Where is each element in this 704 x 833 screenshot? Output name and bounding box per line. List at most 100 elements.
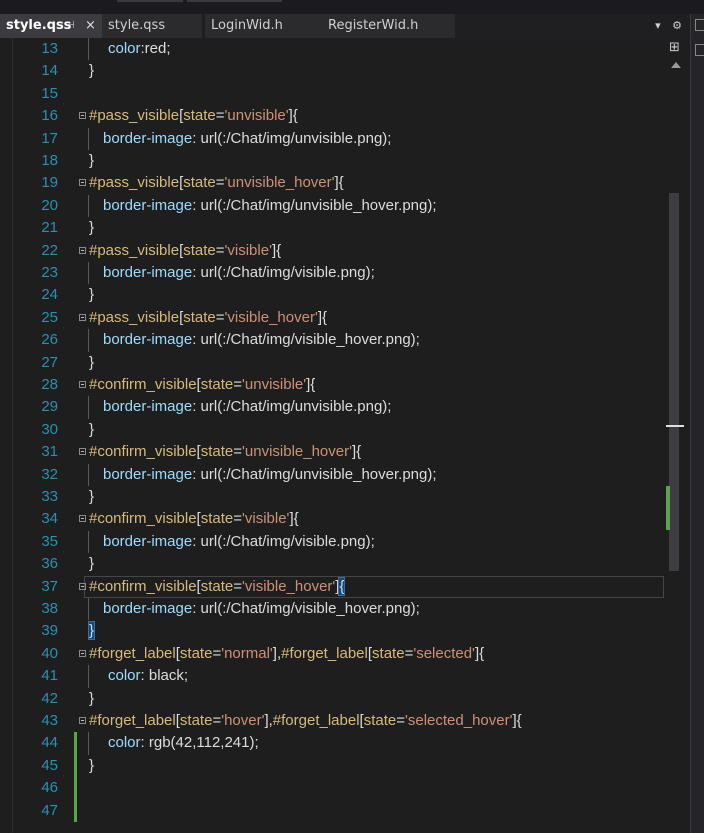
chevron-down-icon[interactable]: ▾ [655, 19, 661, 32]
line-number: 19 [41, 174, 58, 192]
code-line[interactable]: 45} [0, 754, 664, 778]
code-line[interactable]: 43 #forget_label[state='hover'],#forget_l… [0, 710, 664, 732]
token: state [200, 376, 234, 393]
code-line[interactable]: 34 #confirm_visible[state='visible']{ [0, 508, 664, 530]
code-line[interactable]: 19 #pass_visible[state='unvisible_hover']… [0, 172, 664, 194]
token: 'selected_hover' [405, 712, 513, 729]
scroll-up-icon[interactable] [671, 62, 681, 68]
token: } [89, 488, 95, 505]
token: border-image [103, 532, 193, 550]
token: } [89, 353, 95, 371]
fold-toggle-icon[interactable] [79, 112, 86, 120]
code-line[interactable]: 46 [0, 777, 664, 800]
gear-icon[interactable]: ⚙ [672, 19, 682, 32]
fold-toggle-icon[interactable] [79, 649, 86, 657]
code-line[interactable]: 20 border-image: url(:/Chat/img/unvisible… [0, 195, 664, 217]
code-line[interactable]: 42} [0, 688, 664, 710]
code-line[interactable]: 23 border-image: url(:/Chat/img/visible.p… [0, 262, 664, 284]
token: border-image [103, 600, 193, 617]
token: 'selected' [413, 644, 475, 662]
code-line[interactable]: 39} [0, 620, 664, 642]
code-line[interactable]: 40 #forget_label[state='normal'],#forget_… [0, 643, 664, 665]
token: state [200, 510, 234, 528]
code-line[interactable]: 35 border-image: url(:/Chat/img/visible.p… [0, 531, 664, 553]
fold-toggle-icon[interactable] [79, 515, 86, 523]
code-line[interactable]: 31 #confirm_visible[state='unvisible_hove… [0, 441, 664, 463]
code-line[interactable]: 13 color:red; [0, 38, 664, 60]
code-line[interactable]: 30} [0, 419, 664, 441]
fold-toggle-icon[interactable] [79, 582, 86, 590]
code-line[interactable]: 36} [0, 553, 664, 575]
token: ]{ [512, 712, 522, 729]
code-text: border-image: url(:/Chat/img/unvisible_h… [103, 464, 437, 486]
token: state [183, 308, 216, 326]
token: } [89, 689, 95, 707]
token: ]{ [351, 443, 362, 461]
fold-toggle-icon[interactable] [79, 717, 86, 724]
close-icon[interactable]: × [85, 14, 96, 38]
code-line[interactable]: 24} [0, 284, 664, 306]
code-line[interactable]: 33} [0, 486, 664, 508]
fold-toggle-icon[interactable] [79, 246, 86, 254]
code-line[interactable]: 22 #pass_visible[state='visible']{ [0, 240, 664, 262]
code-line[interactable]: 25 #pass_visible[state='visible_hover']{ [0, 307, 664, 329]
code-line[interactable]: 44 color: rgb(42,112,241); [0, 732, 664, 755]
vertical-scrollbar[interactable]: ⊞ [664, 38, 690, 833]
code-line[interactable]: 37 #confirm_visible[state='visible_hover'… [0, 576, 664, 598]
code-line[interactable]: 26 border-image: url(:/Chat/img/visible_h… [0, 329, 664, 351]
line-number: 40 [41, 644, 58, 662]
fold-toggle-icon[interactable] [79, 179, 86, 187]
panel-tab-icon[interactable] [695, 19, 704, 31]
line-number: 45 [41, 756, 58, 774]
token: ]{ [271, 241, 282, 259]
token: border-image [103, 465, 193, 483]
token: #forget_label [281, 644, 368, 662]
scrollbar-thumb[interactable] [669, 193, 679, 571]
code-line[interactable]: 21} [0, 217, 664, 239]
code-line[interactable]: 14} [0, 60, 664, 82]
code-line[interactable]: 27} [0, 352, 664, 374]
code-line[interactable]: 47 [0, 799, 664, 822]
fold-toggle-icon[interactable] [79, 448, 86, 456]
token: : url(:/Chat/img/unvisible_hover.png); [192, 465, 437, 483]
fold-toggle-icon[interactable] [79, 381, 86, 388]
code-line[interactable]: 32 border-image: url(:/Chat/img/unvisible… [0, 464, 664, 486]
token: 'unvisible' [242, 376, 307, 393]
token: { [338, 576, 346, 596]
pin-icon[interactable]: ⊣ [66, 14, 75, 38]
token: } [89, 420, 95, 438]
tab-style-qss[interactable]: style.qss [102, 14, 202, 38]
split-icon[interactable]: ⊞ [669, 41, 680, 54]
code-line[interactable]: 15 [0, 83, 664, 105]
code-line[interactable]: 28 #confirm_visible[state='unvisible']{ [0, 374, 664, 396]
token: = [215, 241, 225, 259]
toolbar-fragment [187, 0, 282, 2]
code-text: #confirm_visible[state='visible']{ [89, 508, 299, 530]
code-line[interactable]: 18} [0, 150, 664, 172]
code-line[interactable]: 16 #pass_visible[state='unvisible']{ [0, 105, 664, 127]
indent-guide [88, 329, 89, 352]
panel-tab-icon[interactable] [695, 44, 704, 56]
token: ]{ [474, 644, 485, 662]
side-panel-edge[interactable] [690, 14, 704, 833]
indent-guide [88, 732, 89, 755]
token: #pass_visible [89, 241, 180, 259]
change-indicator [74, 754, 77, 778]
tab-registerwid-h[interactable]: RegisterWid.h [322, 14, 455, 38]
token: = [212, 644, 222, 662]
code-editor[interactable]: 13 color:red; 14} 15 16 #pass_visible[state='… [0, 38, 664, 833]
code-line[interactable]: 29 border-image: url(:/Chat/img/unvisible… [0, 396, 664, 418]
tab-label: style.qss [6, 18, 72, 33]
token: border-image [103, 264, 193, 281]
title-strip [0, 0, 704, 14]
tab-style-qss-active[interactable]: style.qss ⊣ × [0, 14, 102, 38]
code-line[interactable]: 38 border-image: url(:/Chat/img/visible_h… [0, 598, 664, 620]
change-indicator [74, 799, 77, 822]
line-number: 25 [41, 308, 58, 326]
code-line[interactable]: 17 border-image: url(:/Chat/img/unvisible… [0, 128, 664, 150]
code-line[interactable]: 41 color: black; [0, 665, 664, 687]
token: 'unvisible' [224, 107, 289, 125]
fold-toggle-icon[interactable] [79, 313, 86, 321]
tab-loginwid-h[interactable]: LoginWid.h [205, 14, 322, 38]
code-text: } [89, 150, 94, 172]
